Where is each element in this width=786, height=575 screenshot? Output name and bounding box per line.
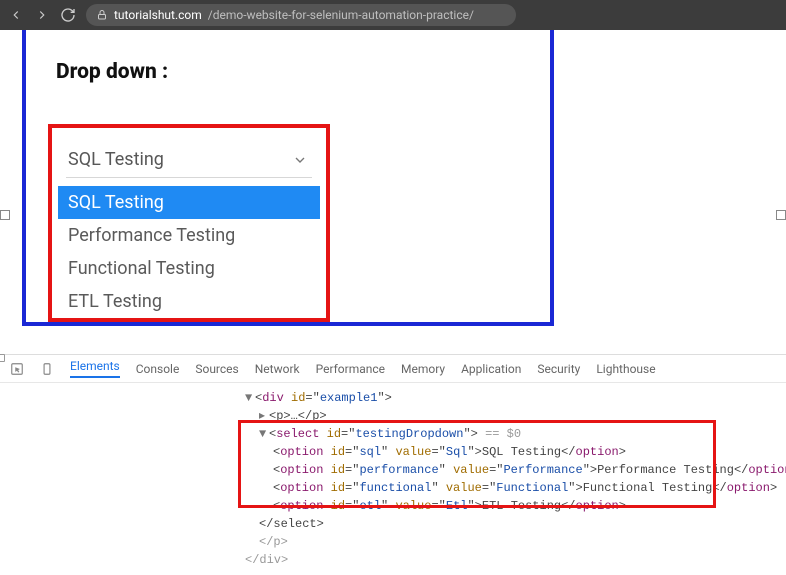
forward-button[interactable]: [34, 7, 50, 23]
dom-line-option-functional[interactable]: <option id="functional" value="Functiona…: [245, 479, 786, 497]
lock-icon: [96, 9, 108, 21]
chevron-down-icon: [292, 152, 308, 168]
dom-line-p[interactable]: ▸<p>…</p>: [245, 407, 786, 425]
dom-line-div[interactable]: ▼<div id="example1">: [245, 389, 786, 407]
devtools-tab-application[interactable]: Application: [461, 362, 521, 376]
devtools-tab-elements[interactable]: Elements: [70, 359, 120, 378]
page-body: Drop down : SQL Testing SQL Testing Perf…: [0, 30, 786, 354]
dropdown-toggle[interactable]: SQL Testing: [66, 142, 312, 178]
dom-line-option-etl[interactable]: <option id="etl" value="Etl">ETL Testing…: [245, 497, 786, 515]
dom-line-p-close[interactable]: </p>: [245, 533, 786, 551]
devtools-tab-security[interactable]: Security: [537, 362, 580, 376]
dropdown-selected-label: SQL Testing: [68, 149, 164, 170]
dropdown-option-functional[interactable]: Functional Testing: [58, 252, 320, 285]
section-heading: Drop down :: [56, 60, 168, 84]
back-button[interactable]: [8, 7, 24, 23]
devtools-tab-network[interactable]: Network: [255, 362, 300, 376]
dom-line-option-sql[interactable]: <option id="sql" value="Sql">SQL Testing…: [245, 443, 786, 461]
devtools-tab-performance[interactable]: Performance: [316, 362, 385, 376]
dom-line-div-close[interactable]: </div>: [245, 551, 786, 569]
dom-line-select[interactable]: ▼<select id="testingDropdown"> == $0: [245, 425, 786, 443]
dropdown-option-performance[interactable]: Performance Testing: [58, 219, 320, 252]
url-path: /demo-website-for-selenium-automation-pr…: [208, 8, 474, 22]
devtools-panel: Elements Console Sources Network Perform…: [0, 354, 786, 504]
devtools-resize-handle[interactable]: [0, 354, 5, 362]
browser-toolbar: tutorialshut.com/demo-website-for-seleni…: [0, 0, 786, 30]
dom-line-option-performance[interactable]: <option id="performance" value="Performa…: [245, 461, 786, 479]
dropdown-option-etl[interactable]: ETL Testing: [58, 285, 320, 318]
dropdown-option-sql[interactable]: SQL Testing: [58, 186, 320, 219]
devtools-tab-console[interactable]: Console: [136, 362, 180, 376]
devtools-dom-tree[interactable]: ▼<div id="example1"> ▸<p>…</p> ▼<select …: [0, 383, 786, 575]
devtools-tab-sources[interactable]: Sources: [195, 362, 238, 376]
address-bar[interactable]: tutorialshut.com/demo-website-for-seleni…: [86, 4, 516, 26]
inspect-icon[interactable]: [10, 362, 24, 376]
devtools-tabs: Elements Console Sources Network Perform…: [0, 355, 786, 383]
resize-handle-left[interactable]: [0, 210, 10, 220]
reload-button[interactable]: [60, 7, 76, 23]
devtools-tab-lighthouse[interactable]: Lighthouse: [596, 362, 655, 376]
dropdown-highlight-box: SQL Testing SQL Testing Performance Test…: [48, 124, 330, 322]
dom-line-select-close[interactable]: </select>: [245, 515, 786, 533]
url-host: tutorialshut.com: [114, 8, 202, 22]
dropdown-options-list: SQL Testing Performance Testing Function…: [58, 186, 320, 318]
resize-handle-right[interactable]: [776, 210, 786, 220]
devtools-tab-memory[interactable]: Memory: [401, 362, 445, 376]
device-toggle-icon[interactable]: [40, 362, 54, 376]
